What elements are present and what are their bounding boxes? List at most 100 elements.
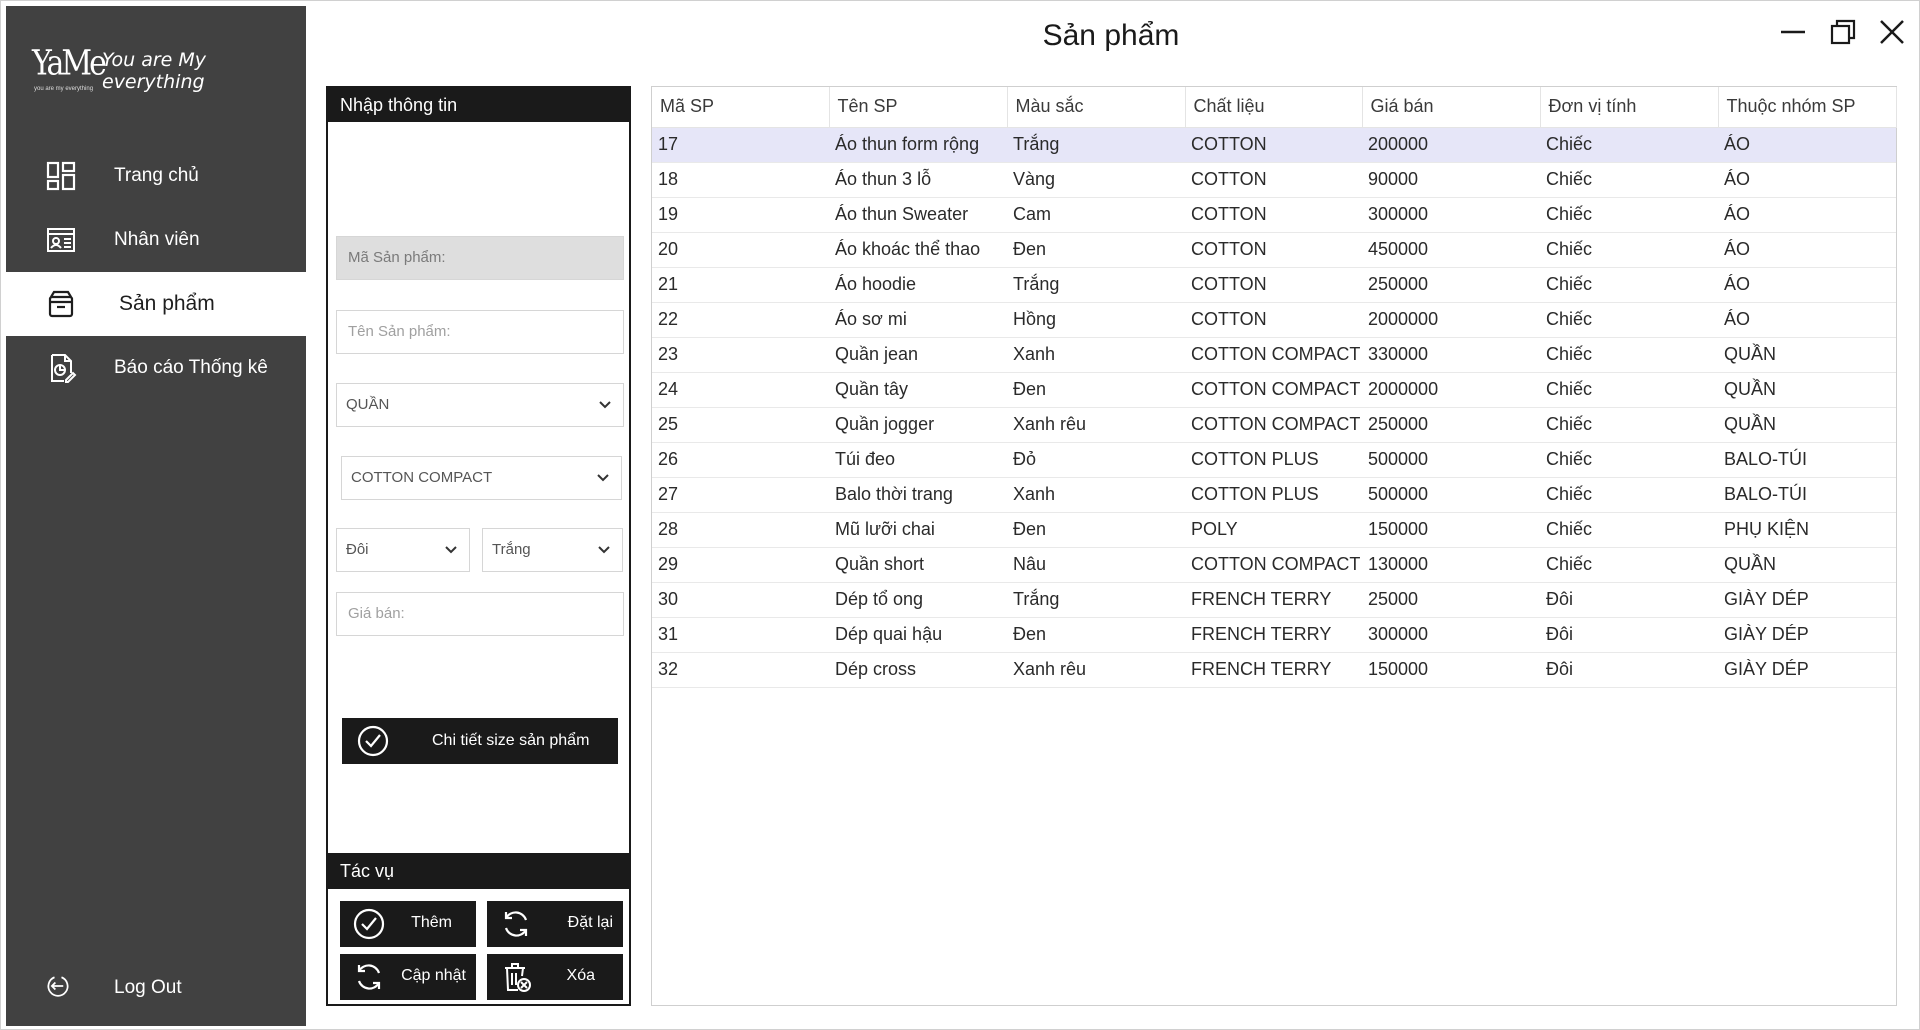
table-row[interactable]: 20 Áo khoác thể thao Đen COTTON 450000 Chiếc Á…: [652, 232, 1896, 268]
mau-sac-select[interactable]: Trắng: [482, 528, 623, 572]
table-row[interactable]: 26 Túi đeo Đỏ COTTON PLUS 500000 Chiếc BALO-TÚ…: [652, 442, 1896, 478]
sidebar-item-bao-cao[interactable]: Báo cáo Thống kê: [6, 336, 306, 400]
nhom-sp-select[interactable]: QUẦN: [336, 383, 624, 427]
table-cell: QUẦN: [1718, 372, 1896, 408]
reset-button[interactable]: Đặt lại: [487, 901, 623, 947]
table-cell: QUẦN: [1718, 547, 1896, 583]
table-cell: ÁO: [1718, 197, 1896, 233]
update-label: Cập nhật: [401, 967, 466, 984]
table-row[interactable]: 32 Dép cross Xanh rêu FRENCH TERRY 150000 Đôi…: [652, 652, 1896, 688]
chat-lieu-select[interactable]: COTTON COMPACT: [341, 456, 622, 500]
table-cell: COTTON: [1185, 127, 1362, 163]
column-header[interactable]: Mã SP: [652, 87, 830, 128]
table-cell: Chiếc: [1540, 127, 1718, 163]
table-row[interactable]: 19 Áo thun Sweater Cam COTTON 300000 Chiếc ÁO: [652, 197, 1896, 233]
table-cell: Đen: [1007, 232, 1185, 268]
box-icon: [44, 287, 78, 321]
table-cell: Chiếc: [1540, 407, 1718, 443]
table-cell: 19: [652, 197, 829, 233]
table-cell: FRENCH TERRY: [1185, 652, 1362, 688]
check-circle-icon: [353, 908, 385, 940]
table-cell: Hồng: [1007, 302, 1185, 338]
table-cell: QUẦN: [1718, 407, 1896, 443]
table-cell: 2000000: [1362, 302, 1540, 338]
table-cell: Nâu: [1007, 547, 1185, 583]
chi-tiet-size-button[interactable]: Chi tiết size sản phẩm: [342, 718, 618, 764]
column-header[interactable]: Đơn vị tính: [1540, 87, 1719, 128]
table-cell: COTTON: [1185, 232, 1362, 268]
table-cell: COTTON PLUS: [1185, 477, 1362, 513]
table-cell: COTTON PLUS: [1185, 442, 1362, 478]
table-cell: Áo khoác thể thao: [829, 232, 1007, 268]
table-cell: 26: [652, 442, 829, 478]
table-cell: 250000: [1362, 407, 1540, 443]
table-row[interactable]: 25 Quần jogger Xanh rêu COTTON COMPACT 25000…: [652, 407, 1896, 443]
table-row[interactable]: 23 Quần jean Xanh COTTON COMPACT 330000 Chiếc…: [652, 337, 1896, 373]
add-button[interactable]: Thêm: [340, 901, 476, 947]
ten-san-pham-field[interactable]: Tên Sản phẩm:: [336, 310, 624, 354]
table-row[interactable]: 18 Áo thun 3 lỗ Vàng COTTON 90000 Chiếc ÁO: [652, 162, 1896, 198]
sidebar-item-nhan-vien[interactable]: Nhân viên: [6, 208, 306, 272]
table-cell: Chiếc: [1540, 547, 1718, 583]
table-row[interactable]: 17 Áo thun form rộng Trắng COTTON 200000 Chiế…: [652, 127, 1896, 163]
sidebar-item-san-pham[interactable]: Sản phẩm: [6, 272, 306, 336]
logout-icon: [44, 972, 72, 1005]
chevron-down-icon: [599, 401, 611, 409]
update-button[interactable]: Cập nhật: [340, 954, 476, 1000]
table-cell: Xanh rêu: [1007, 407, 1185, 443]
table-cell: Dép tổ ong: [829, 582, 1007, 618]
table-cell: 200000: [1362, 127, 1540, 163]
table-row[interactable]: 24 Quần tây Đen COTTON COMPACT 2000000 Chiếc Q…: [652, 372, 1896, 408]
table-cell: 31: [652, 617, 829, 653]
table-cell: Chiếc: [1540, 372, 1718, 408]
sync-icon: [357, 964, 381, 990]
column-header[interactable]: Màu sắc: [1007, 87, 1186, 128]
table-cell: ÁO: [1718, 162, 1896, 198]
sidebar-item-label: Trang chủ: [114, 165, 199, 186]
ma-san-pham-field[interactable]: Mã Sản phẩm:: [336, 236, 624, 280]
table-cell: 25000: [1362, 582, 1540, 618]
table-row[interactable]: 22 Áo sơ mi Hồng COTTON 2000000 Chiếc ÁO: [652, 302, 1896, 338]
table-cell: 24: [652, 372, 829, 408]
table-cell: FRENCH TERRY: [1185, 617, 1362, 653]
table-row[interactable]: 30 Dép tổ ong Trắng FRENCH TERRY 25000 Đôi GIÀ…: [652, 582, 1896, 618]
delete-button[interactable]: Xóa: [487, 954, 623, 1000]
table-cell: 150000: [1362, 652, 1540, 688]
minimize-button[interactable]: [1776, 15, 1810, 49]
table-body: 17 Áo thun form rộng Trắng COTTON 200000 Chiế…: [652, 127, 1896, 688]
column-header[interactable]: Chất liệu: [1185, 87, 1363, 128]
table-row[interactable]: 31 Dép quai hậu Đen FRENCH TERRY 300000 Đôi GI…: [652, 617, 1896, 653]
table-cell: Chiếc: [1540, 162, 1718, 198]
table-row[interactable]: 27 Balo thời trang Xanh COTTON PLUS 500000 Ch…: [652, 477, 1896, 513]
column-header[interactable]: Giá bán: [1362, 87, 1541, 128]
table-cell: 500000: [1362, 477, 1540, 513]
chat-lieu-value: COTTON COMPACT: [351, 469, 493, 486]
table-cell: Đen: [1007, 617, 1185, 653]
table-row[interactable]: 28 Mũ lưỡi chai Đen POLY 150000 Chiếc PHỤ KIỆN: [652, 512, 1896, 548]
table-cell: GIÀY DÉP: [1718, 652, 1896, 688]
table-cell: COTTON: [1185, 302, 1362, 338]
table-row[interactable]: 21 Áo hoodie Trắng COTTON 250000 Chiếc ÁO: [652, 267, 1896, 303]
table-cell: 23: [652, 337, 829, 373]
gia-ban-field[interactable]: Giá bán:: [336, 592, 624, 636]
table-cell: COTTON COMPACT: [1185, 337, 1362, 373]
maximize-button[interactable]: [1826, 15, 1860, 49]
tasks-header: Tác vụ: [328, 853, 629, 889]
sidebar-item-trang-chu[interactable]: Trang chủ: [6, 144, 306, 208]
report-icon: [44, 351, 78, 385]
table-cell: Áo hoodie: [829, 267, 1007, 303]
don-vi-tinh-select[interactable]: Đôi: [336, 528, 470, 572]
input-panel-header: Nhập thông tin: [328, 88, 629, 122]
close-button[interactable]: [1875, 15, 1909, 49]
column-header[interactable]: Tên SP: [829, 87, 1008, 128]
chi-tiet-size-label: Chi tiết size sản phẩm: [432, 732, 590, 749]
column-header[interactable]: Thuộc nhóm SP: [1718, 87, 1897, 128]
sidebar: YaMe you are my everything You are My ev…: [6, 6, 306, 1026]
table-cell: Áo sơ mi: [829, 302, 1007, 338]
table-row[interactable]: 29 Quần short Nâu COTTON COMPACT 130000 Chiếc…: [652, 547, 1896, 583]
dashboard-icon: [44, 159, 78, 193]
logout-button[interactable]: Log Out: [6, 956, 306, 1020]
table-cell: Đỏ: [1007, 442, 1185, 478]
table-cell: Chiếc: [1540, 512, 1718, 548]
add-label: Thêm: [411, 914, 452, 931]
